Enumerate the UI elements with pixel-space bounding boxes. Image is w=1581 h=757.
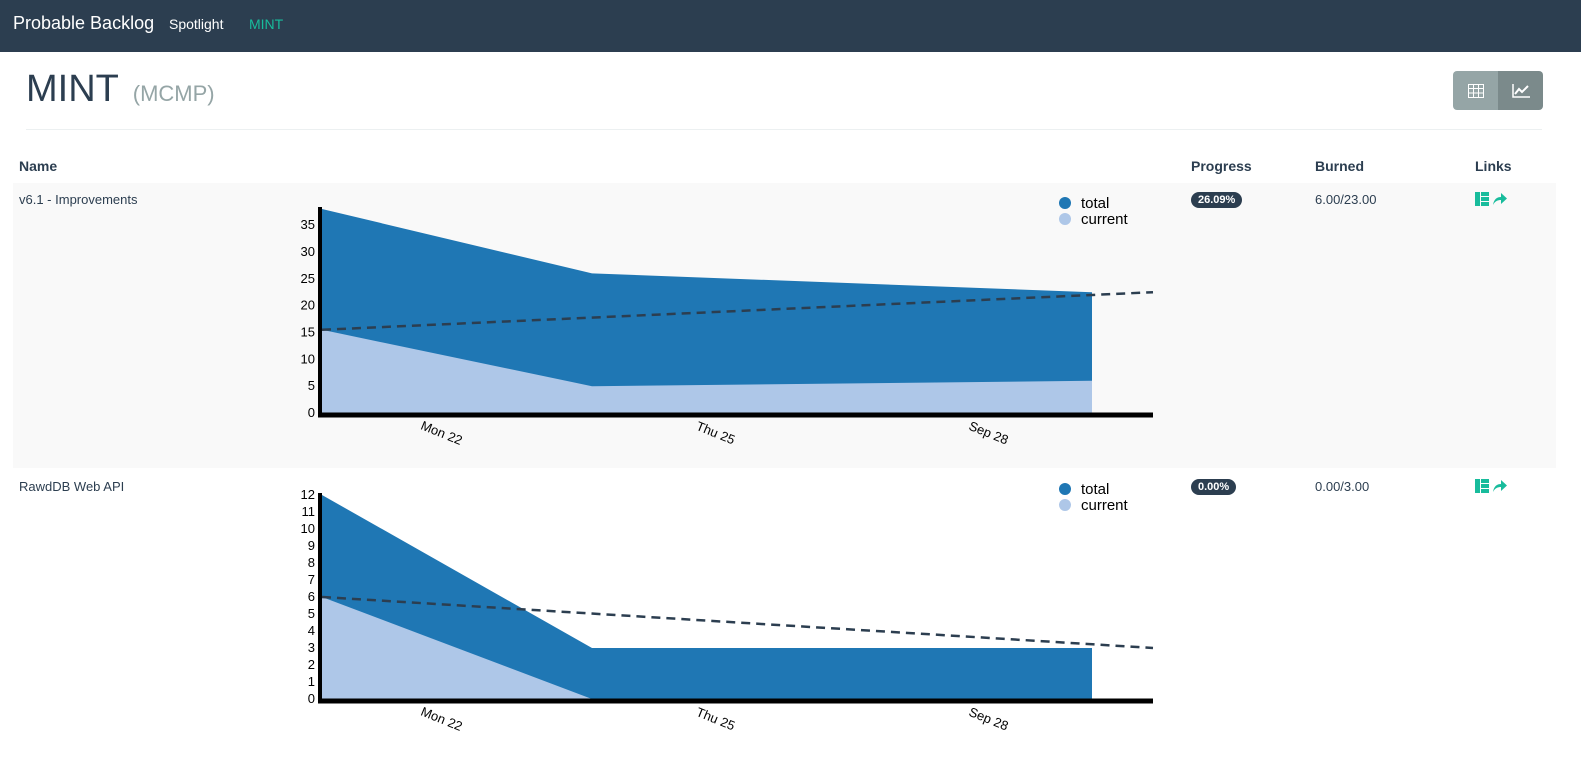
nav-link-spotlight[interactable]: Spotlight <box>169 16 223 32</box>
table-icon <box>1467 83 1484 98</box>
y-tick-label: 3 <box>308 640 315 655</box>
y-tick-label: 8 <box>308 555 315 570</box>
y-tick-label: 6 <box>308 589 315 604</box>
legend-label-current: current <box>1081 497 1129 514</box>
progress-badge: 26.09% <box>1191 192 1243 208</box>
y-tick-label: 35 <box>301 217 315 232</box>
x-tick-label: Thu 25 <box>694 418 737 447</box>
progress-badge: 0.00% <box>1191 479 1237 495</box>
table-row: v6.1 - Improvements 0 5 10 15 20 25 30 35 Mon 22… <box>13 183 1556 468</box>
row-burned: 0.00/3.00 <box>1315 479 1370 494</box>
header-links: Links <box>1475 158 1512 174</box>
table-row: RawdDB Web API 0 1 2 3 4 5 6 7 8 9 10 11 12 Mon 22 Thu… <box>13 469 1556 757</box>
navbar: Probable Backlog Spotlight MINT <box>0 0 1581 52</box>
y-tick-label: 10 <box>301 521 315 536</box>
legend-label-total: total <box>1081 195 1109 212</box>
y-tick-label: 9 <box>308 538 315 553</box>
legend-dot-total <box>1059 483 1071 495</box>
y-tick-label: 12 <box>301 487 315 502</box>
y-tick-label: 0 <box>308 691 315 706</box>
brand[interactable]: Probable Backlog <box>13 13 154 34</box>
board-icon[interactable] <box>1475 192 1489 206</box>
header-progress: Progress <box>1191 158 1252 174</box>
x-tick-label: Sep 28 <box>967 704 1011 733</box>
y-tick-label: 2 <box>308 657 315 672</box>
table-view-button[interactable] <box>1453 71 1498 110</box>
page-subtitle: (MCMP) <box>132 81 215 106</box>
y-tick-label: 5 <box>308 606 315 621</box>
y-tick-label: 20 <box>301 298 315 313</box>
x-tick-label: Mon 22 <box>419 418 465 448</box>
share-icon[interactable] <box>1492 192 1507 206</box>
page-title: MINT (MCMP) <box>26 68 215 111</box>
row-burned: 6.00/23.00 <box>1315 192 1377 207</box>
legend-label-total: total <box>1081 481 1109 498</box>
y-tick-label: 25 <box>301 271 315 286</box>
header-burned: Burned <box>1315 158 1364 174</box>
share-icon[interactable] <box>1492 479 1507 493</box>
nav-link-mint[interactable]: MINT <box>249 16 283 32</box>
header-name: Name <box>19 158 58 174</box>
header-divider <box>26 129 1542 130</box>
y-tick-label: 4 <box>308 623 315 638</box>
y-tick-label: 7 <box>308 572 315 587</box>
view-toggle <box>1453 71 1543 110</box>
burndown-chart: 0 5 10 15 20 25 30 35 Mon 22 Thu 25 Sep 28 totalcur… <box>301 195 1154 448</box>
page-title-text: MINT <box>26 68 119 110</box>
y-tick-label: 10 <box>301 351 315 366</box>
x-tick-label: Thu 25 <box>694 704 737 733</box>
legend-dot-current <box>1059 213 1071 225</box>
legend-dot-current <box>1059 499 1071 511</box>
row-links <box>1475 192 1507 206</box>
y-tick-label: 0 <box>308 405 315 420</box>
row-name[interactable]: v6.1 - Improvements <box>19 192 138 207</box>
y-tick-label: 5 <box>308 378 315 393</box>
x-tick-label: Mon 22 <box>419 704 465 734</box>
legend-label-current: current <box>1081 211 1129 228</box>
y-tick-label: 11 <box>302 504 316 519</box>
legend-dot-total <box>1059 197 1071 209</box>
row-links <box>1475 479 1507 493</box>
board-icon[interactable] <box>1475 479 1489 493</box>
y-tick-label: 15 <box>301 325 315 340</box>
y-tick-label: 30 <box>301 244 315 259</box>
x-tick-label: Sep 28 <box>967 418 1011 447</box>
chart-view-button[interactable] <box>1498 71 1543 110</box>
burndown-chart: 0123456789101112Mon 22 Thu 25 Sep 28totalc… <box>301 481 1154 734</box>
y-tick-label: 1 <box>308 674 315 689</box>
row-name[interactable]: RawdDB Web API <box>19 479 124 494</box>
line-chart-icon <box>1511 83 1530 98</box>
